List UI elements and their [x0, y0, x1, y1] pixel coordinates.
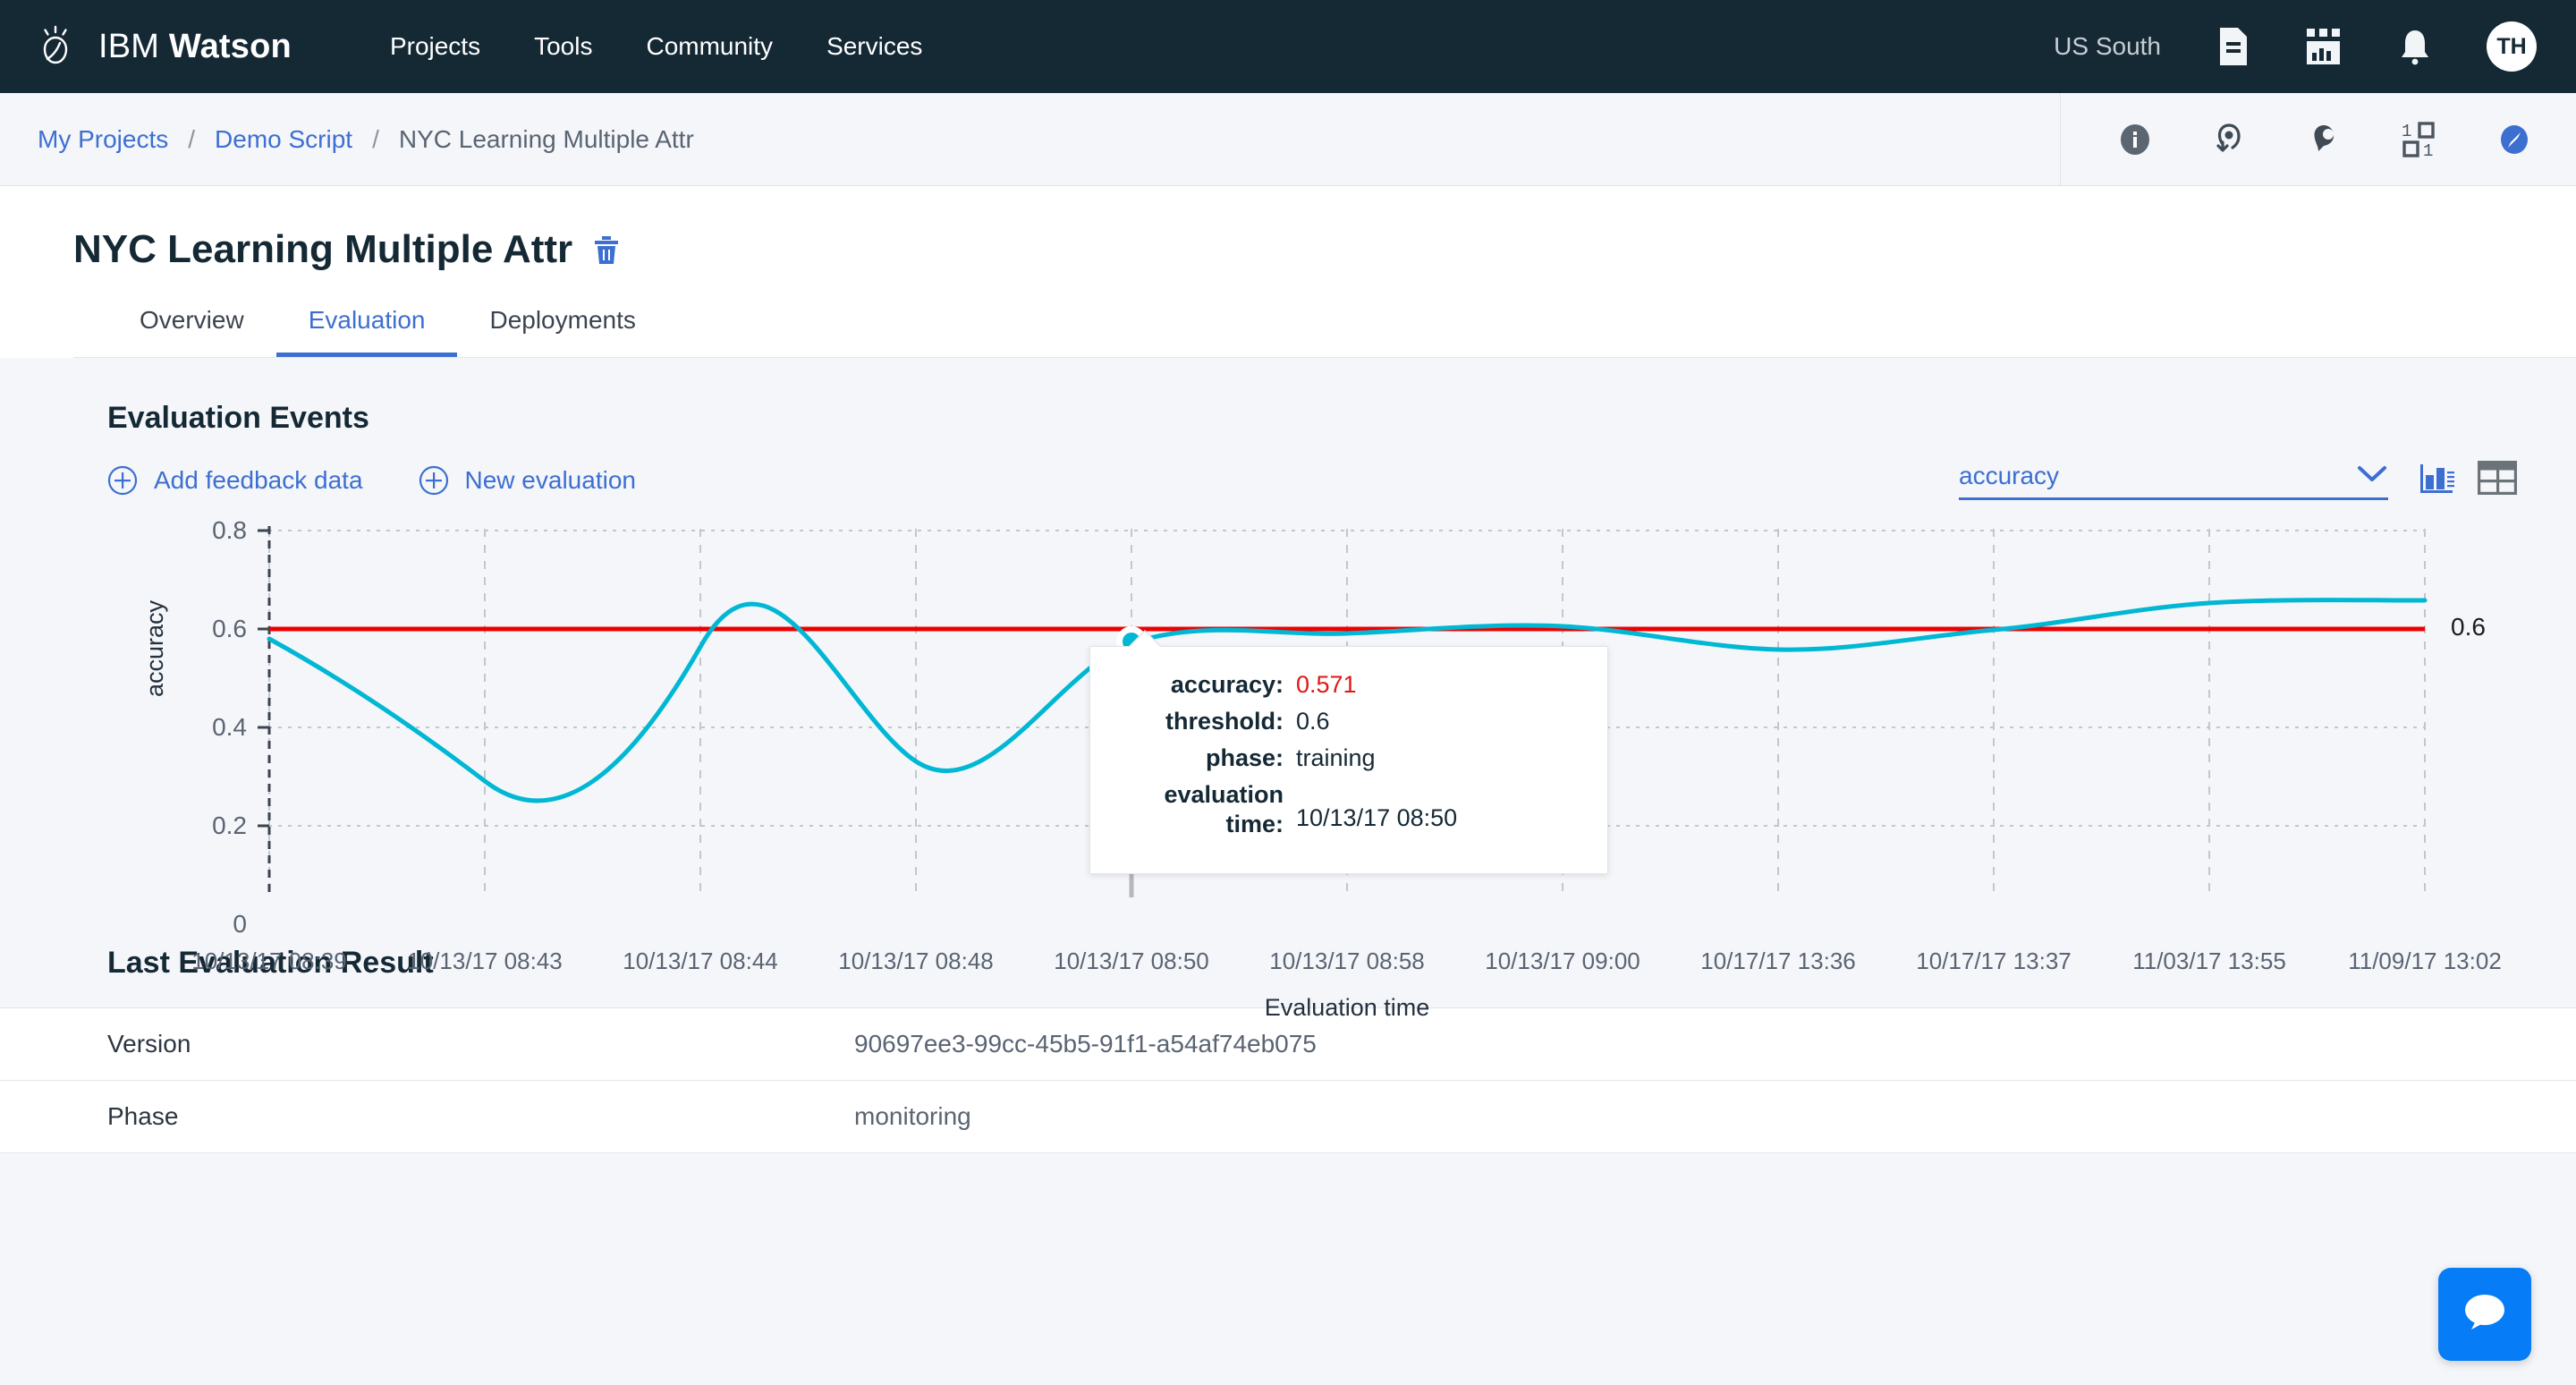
add-feedback-data-button[interactable]: Add feedback data [107, 465, 363, 496]
tab-evaluation[interactable]: Evaluation [275, 306, 458, 357]
brand-prefix: IBM [98, 27, 169, 65]
y-tick-label: 0.8 [212, 516, 247, 544]
tooltip-key: accuracy: [1170, 671, 1284, 698]
metric-select-value: accuracy [1959, 462, 2060, 489]
user-avatar[interactable]: TH [2487, 21, 2537, 72]
page-title-row: NYC Learning Multiple Attr [73, 227, 2576, 272]
bar-chart-view-icon[interactable] [2419, 461, 2456, 495]
pin-outline-icon[interactable] [2209, 119, 2250, 160]
brand-logo-group[interactable]: IBM Watson [32, 23, 292, 70]
breadcrumb-item-demo-script[interactable]: Demo Script [215, 125, 352, 154]
threshold-value-label: 0.6 [2451, 613, 2486, 641]
plus-circle-icon [107, 465, 138, 496]
page-title: NYC Learning Multiple Attr [73, 227, 573, 271]
new-evaluation-label: New evaluation [464, 466, 636, 494]
x-tick-label: 10/13/17 08:39 [191, 947, 347, 974]
y-tick-label: 0.6 [212, 615, 247, 642]
chart-view-toggle [2419, 461, 2517, 500]
info-icon[interactable] [2114, 119, 2156, 160]
region-label: US South [2054, 32, 2161, 60]
tooltip-value: 0.571 [1296, 671, 1357, 698]
chat-widget-button[interactable] [2438, 1268, 2531, 1361]
pin-filled-icon[interactable] [2304, 119, 2345, 160]
x-tick-label: 10/13/17 08:44 [623, 947, 778, 974]
breadcrumb-separator: / [188, 124, 196, 153]
page-header: NYC Learning Multiple Attr Overview Eval… [0, 186, 2576, 358]
primary-nav-links: Projects Tools Community Services [390, 32, 923, 61]
last-evaluation-result-table: Version 90697ee3-99cc-45b5-91f1-a54af74e… [0, 1007, 2576, 1153]
svg-text:1: 1 [2423, 141, 2433, 159]
chevron-down-icon [2356, 464, 2388, 489]
tooltip-row-evaluation-time: evaluation time: 10/13/17 08:50 [1117, 780, 1580, 839]
tooltip-value: 10/13/17 08:50 [1296, 803, 1458, 831]
nav-link-projects[interactable]: Projects [390, 32, 480, 61]
x-tick-label: 10/13/17 08:50 [1054, 947, 1209, 974]
nav-link-community[interactable]: Community [646, 32, 773, 61]
result-label: Version [107, 1030, 191, 1058]
evaluation-action-row: Add feedback data New evaluation accurac… [0, 436, 2576, 500]
avatar-initials: TH [2496, 33, 2527, 59]
breadcrumb-action-icons: 1 1 [2060, 93, 2576, 185]
x-tick-label: 10/13/17 08:48 [838, 947, 994, 974]
breadcrumb-bar: My Projects / Demo Script / NYC Learning… [0, 93, 2576, 186]
add-feedback-data-label: Add feedback data [154, 466, 363, 494]
chart-controls: accuracy [1959, 461, 2576, 500]
result-value: monitoring [854, 1102, 971, 1130]
compass-icon[interactable] [2494, 119, 2535, 160]
breadcrumb: My Projects / Demo Script / NYC Learning… [38, 125, 694, 154]
x-tick-label: 11/09/17 13:02 [2348, 947, 2502, 974]
evaluation-chart: accuracy 0.8 0.6 0.4 0.2 0 0.6 10/13/17 … [0, 516, 2576, 1021]
breadcrumb-item-my-projects[interactable]: My Projects [38, 125, 168, 154]
new-evaluation-button[interactable]: New evaluation [419, 465, 636, 496]
tooltip-row-threshold: threshold: 0.6 [1117, 707, 1580, 736]
result-value: 90697ee3-99cc-45b5-91f1-a54af74eb075 [854, 1030, 1317, 1058]
tooltip-value: training [1296, 743, 1376, 771]
y-tick-label: 0 [233, 910, 247, 938]
chart-x-axis-title: Evaluation time [1264, 994, 1430, 1021]
tooltip-row-phase: phase: training [1117, 743, 1580, 773]
x-tick-label: 10/17/17 13:37 [1916, 947, 2072, 974]
y-tick-label: 0.2 [212, 811, 247, 839]
trash-icon[interactable] [592, 234, 621, 265]
top-navigation-bar: IBM Watson Projects Tools Community Serv… [0, 0, 2576, 93]
metric-select[interactable]: accuracy [1959, 462, 2388, 500]
document-icon[interactable] [2213, 27, 2252, 66]
breadcrumb-item-current: NYC Learning Multiple Attr [398, 124, 694, 153]
evaluation-events-title: Evaluation Events [107, 401, 369, 435]
plus-circle-icon [419, 465, 449, 496]
chart-y-axis-title: accuracy [141, 599, 168, 697]
main-content: Evaluation Events Add feedback data New [0, 358, 2576, 1153]
table-view-icon[interactable] [2478, 461, 2517, 495]
tab-bar: Overview Evaluation Deployments [73, 306, 2576, 357]
tooltip-key: evaluation time: [1164, 780, 1284, 837]
x-tick-label: 10/13/17 08:43 [407, 947, 563, 974]
tooltip-key: phase: [1205, 743, 1284, 771]
result-label: Phase [107, 1102, 179, 1130]
x-tick-label: 10/13/17 09:00 [1485, 947, 1640, 974]
chat-bubble-icon [2461, 1290, 2509, 1339]
tooltip-value: 0.6 [1296, 707, 1330, 735]
nav-link-tools[interactable]: Tools [534, 32, 592, 61]
chart-tooltip: accuracy: 0.571 threshold: 0.6 phase: tr… [1089, 630, 1608, 874]
x-tick-label: 11/03/17 13:55 [2132, 947, 2286, 974]
watson-lightbulb-icon [32, 23, 79, 70]
tab-overview[interactable]: Overview [107, 306, 276, 357]
brand-title: IBM Watson [98, 28, 292, 66]
tooltip-key: threshold: [1165, 707, 1284, 735]
brand-name: Watson [168, 27, 292, 65]
table-row: Phase monitoring [0, 1081, 2576, 1153]
svg-text:1: 1 [2402, 122, 2411, 141]
x-tick-label: 10/13/17 08:58 [1269, 947, 1425, 974]
notification-bell-icon[interactable] [2395, 27, 2435, 66]
y-tick-label: 0.4 [212, 713, 247, 741]
breadcrumb-separator: / [372, 124, 379, 153]
dashboard-chart-icon[interactable] [2304, 27, 2343, 66]
tooltip-row-accuracy: accuracy: 0.571 [1117, 670, 1580, 700]
nav-right-group: US South TH [2054, 21, 2537, 72]
x-tick-label: 10/17/17 13:36 [1700, 947, 1856, 974]
tab-deployments[interactable]: Deployments [457, 306, 667, 357]
binary-data-icon[interactable]: 1 1 [2399, 119, 2440, 160]
nav-link-services[interactable]: Services [826, 32, 922, 61]
